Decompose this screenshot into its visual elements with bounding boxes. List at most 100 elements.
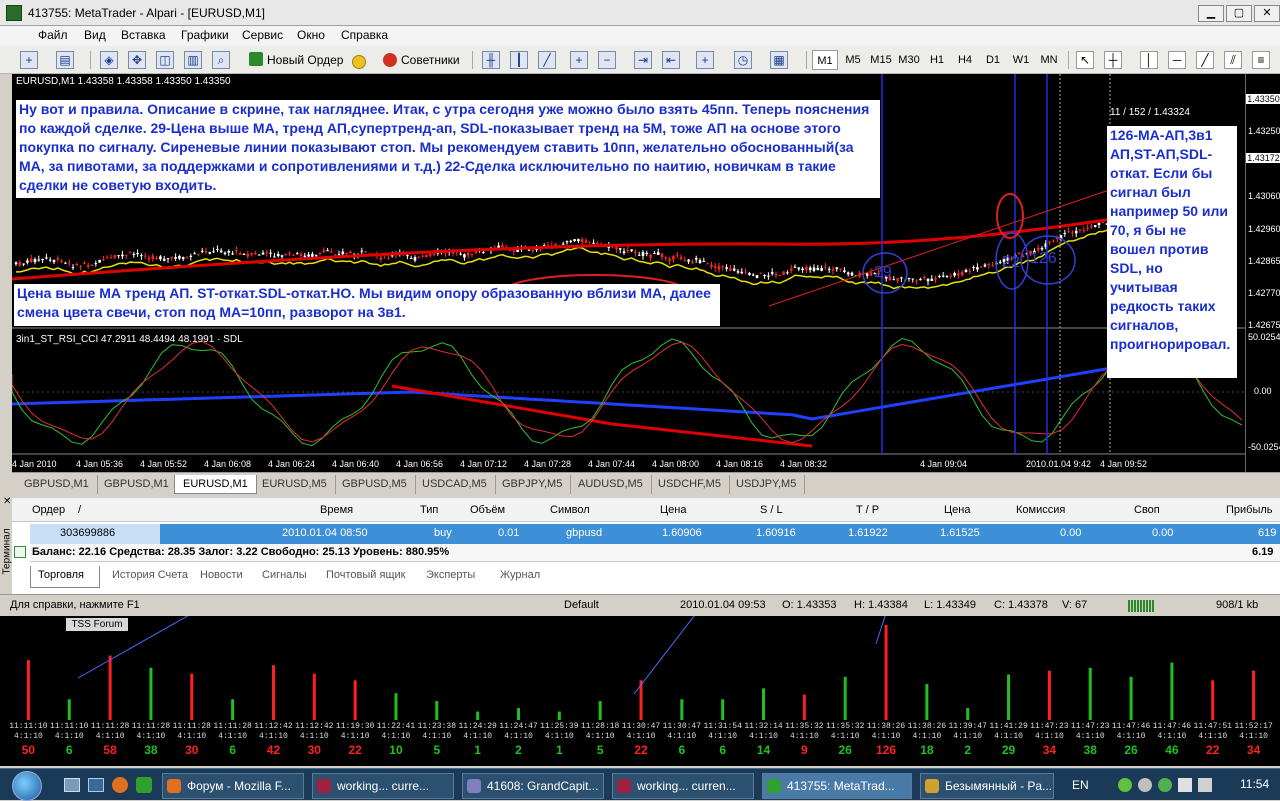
timeframe-d1[interactable]: D1 [980,50,1006,70]
terminal-icon[interactable]: ▥ [184,51,202,69]
language-indicator[interactable]: EN [1072,778,1089,792]
menu-tools[interactable]: Сервис [242,28,283,42]
col-current-price[interactable]: Цена [944,504,970,516]
strategy-tester-icon[interactable]: ⌕ [212,51,230,69]
network-icon[interactable] [1178,778,1192,792]
candle-body [235,250,238,252]
chart-tab[interactable]: GBPJPY,M5 [494,475,572,494]
tab-journal[interactable]: Журнал [500,569,540,581]
maximize-button[interactable]: ▢ [1226,5,1252,22]
start-button[interactable] [12,771,42,801]
chart-tab[interactable]: EURUSD,M5 [254,475,336,494]
vertical-line-icon[interactable]: │ [1140,51,1158,69]
cursor-icon[interactable]: ↖ [1076,51,1094,69]
chart-tab[interactable]: GBPUSD,M1 [96,475,178,494]
col-profit[interactable]: Прибыль [1226,504,1273,516]
autoscroll-icon[interactable]: ⇥ [634,51,652,69]
experts-button[interactable]: Советники [378,49,466,71]
menu-insert[interactable]: Вставка [121,28,166,42]
fibonacci-icon[interactable]: ≡ [1252,51,1270,69]
col-order[interactable]: Ордер [32,504,65,516]
timeframe-m5[interactable]: M5 [840,50,866,70]
candle-body [808,267,812,271]
candlestick-icon[interactable]: ┃ [510,51,528,69]
templates-icon[interactable]: ▦ [770,51,788,69]
tab-trade[interactable]: Торговля [38,569,84,581]
periods-icon[interactable]: ◷ [734,51,752,69]
alert-icon[interactable] [352,55,366,69]
chart-tab[interactable]: USDJPY,M5 [728,475,806,494]
taskbar-item-mt-working-1[interactable]: working... curre... [312,773,454,799]
timeframe-m1[interactable]: M1 [812,50,838,70]
col-volume[interactable]: Объём [470,504,505,516]
menu-file[interactable]: Файл [38,28,68,42]
timeframe-mn[interactable]: MN [1036,50,1062,70]
candle-body [90,264,94,266]
order-row[interactable]: 303699886 2010.01.04 08:50 buy 0.01 gbpu… [30,524,1280,544]
timeframe-m15[interactable]: M15 [868,50,894,70]
chart-tab[interactable]: USDCHF,M5 [650,475,730,494]
taskbar-item-grandcapital[interactable]: 41608: GrandCapit... [462,773,604,799]
bar-chart-icon[interactable]: ╫ [482,51,500,69]
line-chart-icon[interactable]: ╱ [538,51,556,69]
timeframe-w1[interactable]: W1 [1008,50,1034,70]
explorer-icon[interactable] [88,778,104,792]
taskbar-item-paint[interactable]: Безымянный - Pa... [920,773,1054,799]
volume-icon[interactable] [1198,778,1212,792]
tab-experts[interactable]: Эксперты [426,569,475,581]
market-watch-icon[interactable]: ◈ [100,51,118,69]
tray-icon[interactable] [1138,778,1152,792]
terminal-close-icon[interactable]: ✕ [3,496,11,507]
col-swap[interactable]: Своп [1134,504,1160,516]
channel-icon[interactable]: ⫽ [1224,51,1242,69]
taskbar-item-mt-active[interactable]: 413755: MetaTrad... [762,773,912,799]
col-tp[interactable]: T / P [856,504,879,516]
timeframe-h4[interactable]: H4 [952,50,978,70]
chart-tab[interactable]: USDCAD,M5 [414,475,496,494]
app-icon[interactable] [136,777,152,793]
close-button[interactable]: ✕ [1254,5,1280,22]
firefox-icon[interactable] [112,777,128,793]
menu-view[interactable]: Вид [84,28,106,42]
timeframe-h1[interactable]: H1 [924,50,950,70]
menu-window[interactable]: Окно [297,28,325,42]
col-sl[interactable]: S / L [760,504,783,516]
tab-mailbox[interactable]: Почтовый ящик [326,569,405,581]
menu-charts[interactable]: Графики [181,28,229,42]
menu-help[interactable]: Справка [341,28,388,42]
col-time[interactable]: Время [320,504,353,516]
tab-alerts[interactable]: Сигналы [262,569,307,581]
taskbar-item-mt-working-2[interactable]: working... curren... [612,773,754,799]
taskbar-item-firefox[interactable]: Форум - Mozilla F... [162,773,304,799]
tab-account-history[interactable]: История Счета [112,569,188,581]
col-symbol[interactable]: Символ [550,504,590,516]
profiles-icon[interactable]: ▤ [56,51,74,69]
col-price[interactable]: Цена [660,504,686,516]
minimize-button[interactable]: ▁ [1198,5,1224,22]
zoom-in-icon[interactable]: + [570,51,588,69]
crosshair-icon[interactable]: ┼ [1104,51,1122,69]
chart-shift-icon[interactable]: ⇤ [662,51,680,69]
chart-tab[interactable]: GBPUSD,M5 [334,475,416,494]
chart-tab-active[interactable]: EURUSD,M1 [174,475,257,494]
tab-news[interactable]: Новости [200,569,243,581]
clock[interactable]: 11:54 [1240,777,1269,791]
trendline-icon[interactable]: ╱ [1196,51,1214,69]
new-chart-icon[interactable]: + [20,51,38,69]
candle-body [1078,229,1082,231]
timeframe-m30[interactable]: M30 [896,50,922,70]
new-order-button[interactable]: Новый Ордер [244,49,348,71]
chart-tab[interactable]: GBPUSD,M1 [16,475,98,494]
chart-tab[interactable]: AUDUSD,M5 [570,475,652,494]
zoom-out-icon[interactable]: − [598,51,616,69]
show-desktop-icon[interactable] [64,778,80,792]
price-chart[interactable]: 4 Jan 2010 4 Jan 05:36 4 Jan 05:52 4 Jan 06… [12,74,1245,472]
col-type[interactable]: Тип [420,504,438,516]
navigator-icon[interactable]: ✥ [128,51,146,69]
tray-icon[interactable] [1158,778,1172,792]
data-window-icon[interactable]: ◫ [156,51,174,69]
tray-icon[interactable] [1118,778,1132,792]
horizontal-line-icon[interactable]: ─ [1168,51,1186,69]
indicators-icon[interactable]: + [696,51,714,69]
col-commission[interactable]: Комиссия [1016,504,1065,516]
